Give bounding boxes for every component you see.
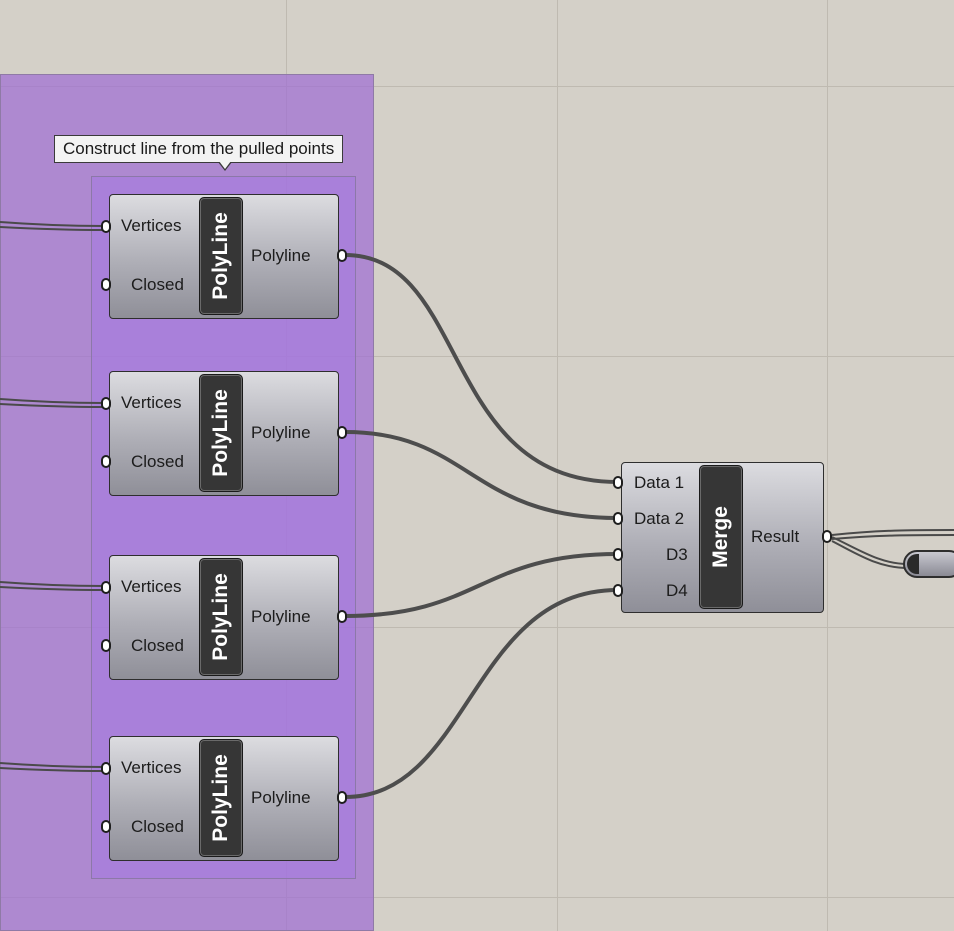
polyline-core[interactable]: PolyLine [199,374,243,492]
data-1-input-label: Data 1 [634,473,685,492]
polyline-output-label: Polyline [251,246,311,265]
vertices-input-grip[interactable] [101,220,111,233]
component-nickname: Merge [709,506,732,568]
wire-polyline-4-to-d4[interactable] [344,588,619,799]
polyline-core[interactable]: PolyLine [199,558,243,676]
component-nickname: PolyLine [209,573,232,661]
closed-input-label: Closed [131,817,184,836]
merge-core[interactable]: Merge [699,465,743,609]
d3-input-label: D3 [666,545,688,564]
closed-input-grip[interactable] [101,820,111,833]
incoming-wire [0,221,105,231]
wire-polyline-1-to-data-1[interactable] [344,253,619,484]
incoming-wire [0,762,105,772]
closed-input-label: Closed [131,275,184,294]
polyline-output-grip[interactable] [337,249,347,262]
polyline-output-label: Polyline [251,788,311,807]
grasshopper-canvas[interactable]: Construct line from the pulled points Po… [0,0,954,931]
polyline-output-grip[interactable] [337,791,347,804]
data-1-input-grip[interactable] [613,476,623,489]
incoming-wire [0,398,105,408]
vertices-input-label: Vertices [121,216,182,235]
vertices-input-label: Vertices [121,393,182,412]
tooltip: Construct line from the pulled points [54,135,344,163]
incoming-wire [0,581,105,591]
closed-input-label: Closed [131,452,184,471]
result-output-grip[interactable] [822,530,832,543]
d4-input-grip[interactable] [613,584,623,597]
closed-input-label: Closed [131,636,184,655]
polyline-core[interactable]: PolyLine [199,739,243,857]
data-2-input-grip[interactable] [613,512,623,525]
data-2-input-label: Data 2 [634,509,685,528]
closed-input-grip[interactable] [101,278,111,291]
vertices-input-grip[interactable] [101,581,111,594]
polyline-output-label: Polyline [251,607,311,626]
wire-polyline-2-to-data-2[interactable] [344,430,619,520]
polyline-core[interactable]: PolyLine [199,197,243,315]
vertices-input-grip[interactable] [101,397,111,410]
wire-polyline-3-to-d3[interactable] [344,552,619,618]
d4-input-label: D4 [666,581,688,600]
polyline-output-grip[interactable] [337,426,347,439]
polyline-output-label: Polyline [251,423,311,442]
vertices-input-label: Vertices [121,758,182,777]
polyline-output-grip[interactable] [337,610,347,623]
closed-input-grip[interactable] [101,455,111,468]
component-nickname: PolyLine [209,212,232,300]
d3-input-grip[interactable] [613,548,623,561]
vertices-input-grip[interactable] [101,762,111,775]
component-nickname: PolyLine [209,389,232,477]
closed-input-grip[interactable] [101,639,111,652]
vertices-input-label: Vertices [121,577,182,596]
result-output-label: Result [751,527,800,546]
component-nickname: PolyLine [209,754,232,842]
tooltip-pointer [218,161,232,171]
